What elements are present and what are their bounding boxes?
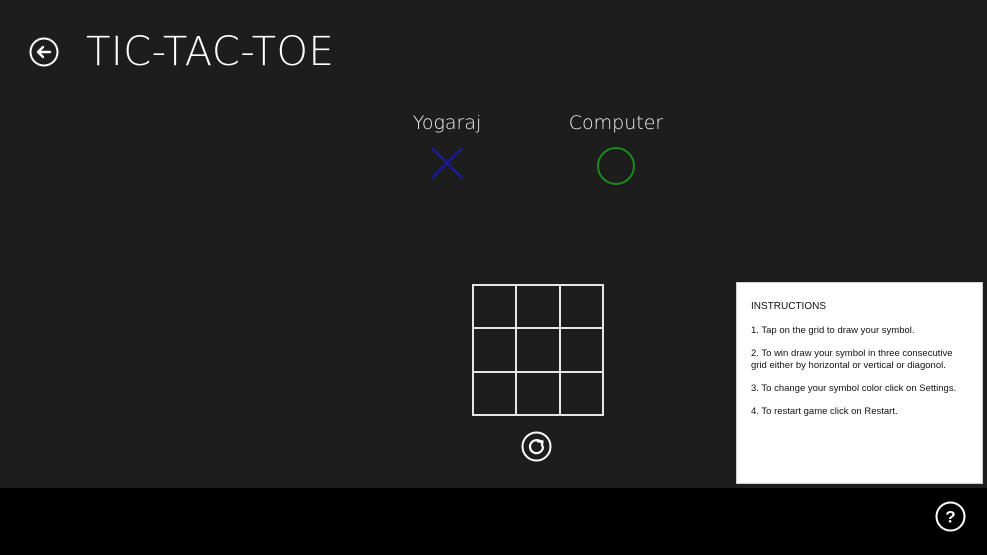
board-cell-4[interactable] [473, 328, 517, 372]
board-cell-6[interactable] [559, 328, 603, 372]
game-board [472, 284, 604, 416]
app-bar [0, 488, 987, 555]
instructions-title: INSTRUCTIONS [751, 301, 826, 312]
instructions-panel: INSTRUCTIONS 1. Tap on the grid to draw … [736, 282, 983, 484]
board-cell-2[interactable] [516, 285, 560, 329]
page-title: TIC-TAC-TOE [86, 29, 335, 75]
instruction-item: 1. Tap on the grid to draw your symbol. [751, 325, 915, 336]
o-symbol-icon [597, 147, 635, 185]
board-cell-7[interactable] [473, 371, 517, 415]
board-cell-8[interactable] [516, 371, 560, 415]
back-arrow-icon[interactable] [29, 37, 59, 67]
player-1-panel: Yogaraj [407, 112, 487, 180]
restart-icon[interactable] [521, 431, 552, 462]
instruction-item: 3. To change your symbol color click on … [751, 383, 957, 394]
player-2-panel: Computer [566, 112, 666, 186]
player-2-name: Computer [568, 112, 664, 134]
game-screen: TIC-TAC-TOE Yogaraj Computer INSTRUCTION… [0, 0, 987, 555]
board-cell-9[interactable] [559, 371, 603, 415]
instruction-item: 2. To win draw your symbol in three cons… [751, 348, 953, 371]
board-cell-3[interactable] [559, 285, 603, 329]
instruction-item: 4. To restart game click on Restart. [751, 406, 898, 417]
x-symbol-icon [431, 147, 463, 179]
player-1-name: Yogaraj [412, 112, 482, 134]
board-cell-1[interactable] [473, 285, 517, 329]
board-cell-5[interactable] [516, 328, 560, 372]
help-icon[interactable]: ? [935, 501, 966, 532]
help-glyph: ? [945, 508, 955, 527]
